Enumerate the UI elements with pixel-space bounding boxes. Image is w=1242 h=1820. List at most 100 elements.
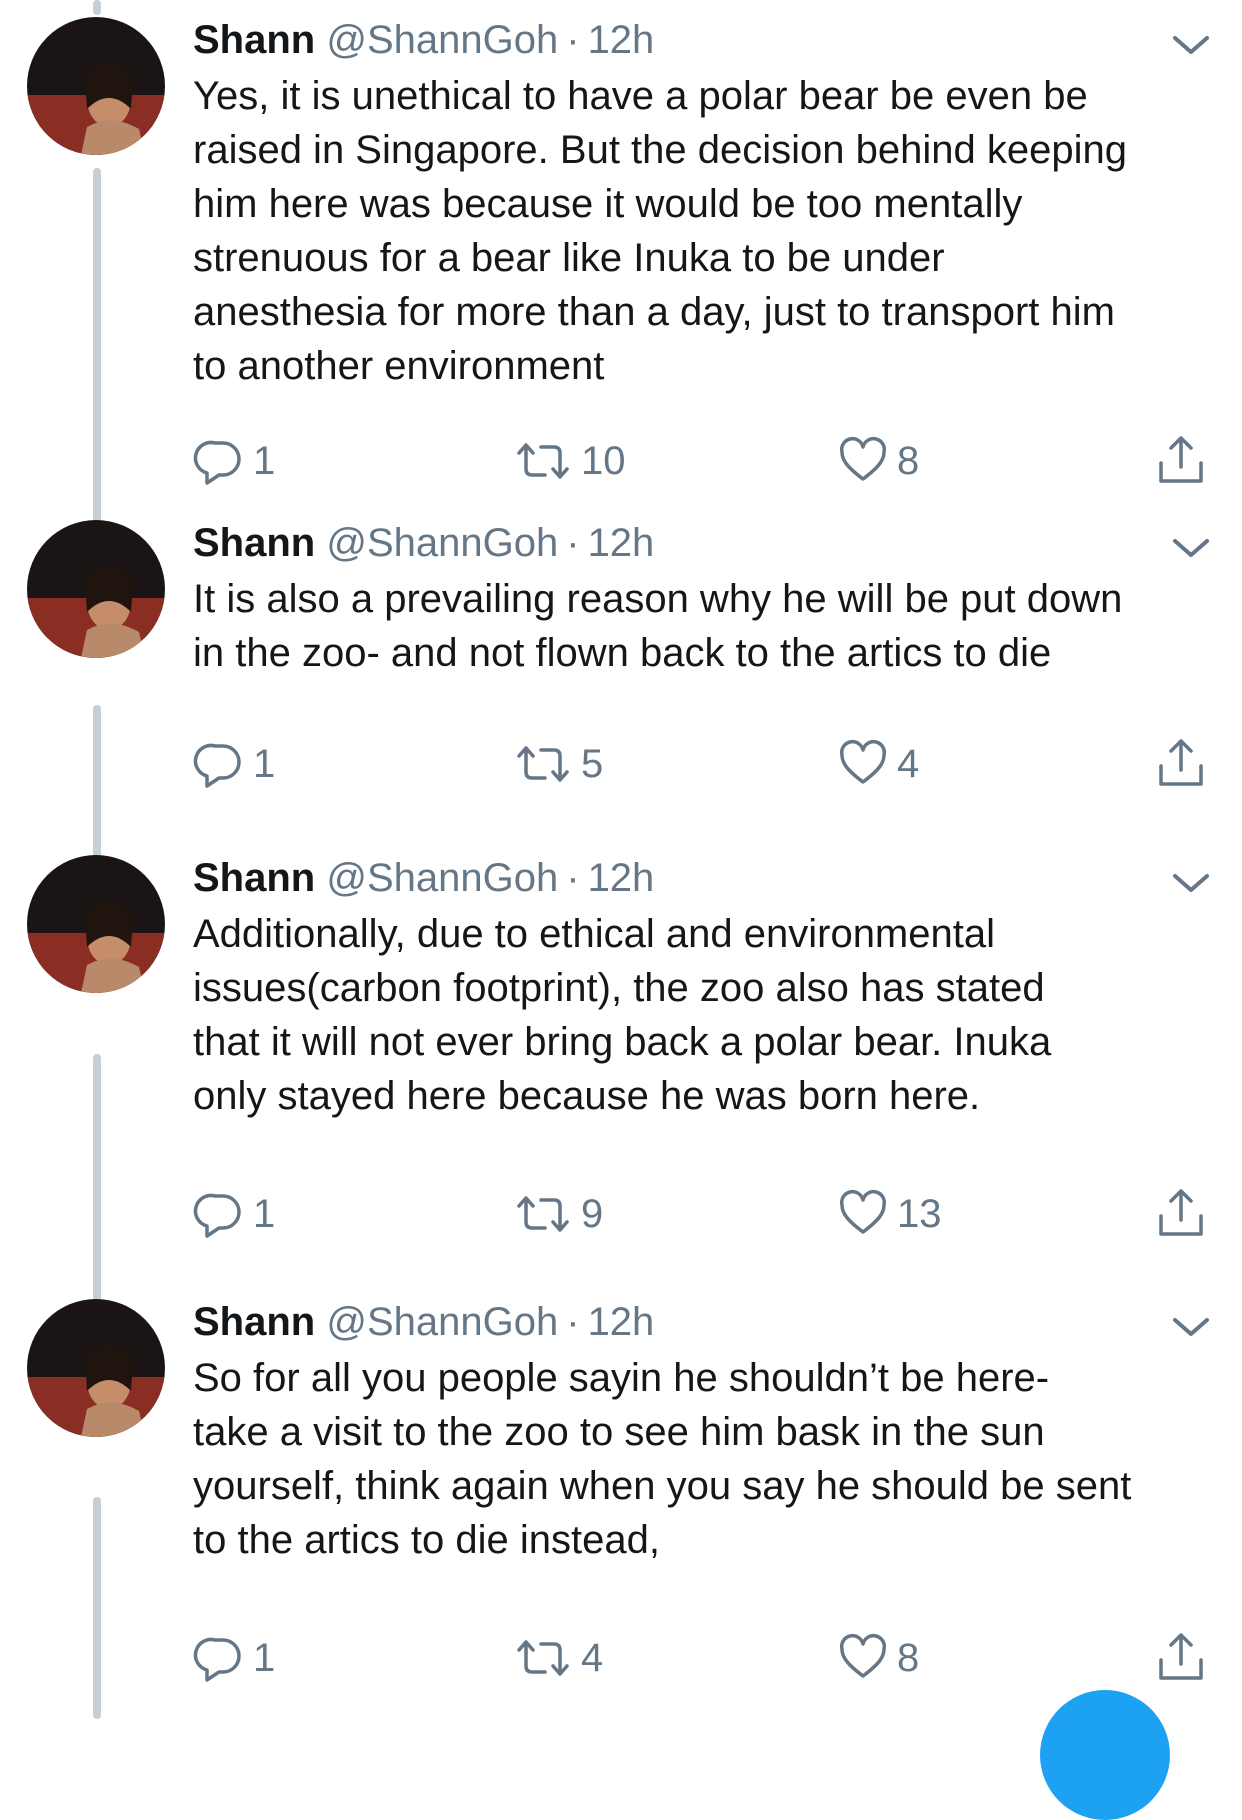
tweet-header: Shann @ShannGoh · 12h (193, 15, 1213, 65)
tweet-text: It is also a prevailing reason why he wi… (193, 572, 1213, 680)
reply-icon (193, 440, 241, 485)
like-count: 8 (897, 1635, 920, 1680)
author-name[interactable]: Shann (193, 1300, 315, 1344)
share-button[interactable] (1153, 1186, 1209, 1242)
tweet-text-line: Yes, it is unethical to have a polar bea… (193, 74, 1088, 118)
chevron-down-icon[interactable] (1169, 868, 1213, 898)
heart-icon (839, 437, 887, 481)
reply-count: 1 (253, 741, 276, 786)
like-button[interactable]: 13 (837, 1186, 942, 1242)
retweet-icon (517, 443, 569, 479)
timestamp[interactable]: 12h (588, 1300, 655, 1344)
author-name[interactable]: Shann (193, 521, 315, 565)
timestamp[interactable]: 12h (588, 856, 655, 900)
author-handle[interactable]: @ShannGoh (326, 856, 558, 900)
tweet[interactable]: Shann @ShannGoh · 12h It is also a prevail… (0, 503, 1242, 803)
share-button[interactable] (1153, 736, 1209, 792)
like-count: 4 (897, 741, 920, 786)
retweet-count: 5 (581, 741, 604, 786)
like-button[interactable]: 8 (837, 1630, 919, 1686)
reply-count: 1 (253, 1191, 276, 1236)
reply-button[interactable]: 1 (193, 736, 275, 792)
author-handle[interactable]: @ShannGoh (326, 18, 558, 62)
reply-button[interactable]: 1 (193, 1186, 275, 1242)
chevron-down-icon[interactable] (1169, 533, 1213, 563)
compose-tweet-button[interactable] (1040, 1690, 1170, 1820)
retweet-count: 10 (581, 438, 626, 483)
avatar[interactable] (27, 520, 165, 658)
retweet-button[interactable]: 4 (513, 1630, 603, 1686)
retweet-icon (517, 1196, 569, 1232)
tweet-text: Yes, it is unethical to have a polar bea… (193, 69, 1213, 393)
tweet-actions: 1 5 4 (193, 736, 1213, 792)
tweet-header: Shann @ShannGoh · 12h (193, 1297, 1213, 1347)
tweet-text-line: issues(carbon footprint), the zoo also h… (193, 966, 1045, 1010)
tweet-text-line: anesthesia for more than a day, just to … (193, 290, 1115, 334)
retweet-button[interactable]: 10 (513, 433, 626, 489)
tweet-text-line: It is also a prevailing reason why he wi… (193, 577, 1123, 621)
retweet-icon (517, 746, 569, 782)
chevron-down-icon[interactable] (1169, 1312, 1213, 1342)
share-icon (1159, 436, 1203, 483)
tweet-text-line: to the artics to die instead, (193, 1518, 660, 1562)
author-handle[interactable]: @ShannGoh (326, 1300, 558, 1344)
share-button[interactable] (1153, 1630, 1209, 1686)
tweet-text: So for all you people sayin he shouldn’t… (193, 1351, 1213, 1567)
tweet-content: Shann @ShannGoh · 12h Yes, it is unethical… (193, 0, 1213, 485)
tweet-text-line: strenuous for a bear like Inuka to be un… (193, 236, 945, 280)
separator: · (566, 18, 580, 62)
reply-count: 1 (253, 1635, 276, 1680)
timestamp[interactable]: 12h (588, 18, 655, 62)
reply-icon (193, 743, 241, 788)
tweet[interactable]: Shann @ShannGoh · 12h Yes, it is unethical… (0, 0, 1242, 560)
like-count: 13 (897, 1191, 942, 1236)
avatar[interactable] (27, 1299, 165, 1437)
tweet-text-line: him here was because it would be too men… (193, 182, 1023, 226)
like-button[interactable]: 8 (837, 433, 919, 489)
tweet-content: Shann @ShannGoh · 12h Additionally, due to… (193, 838, 1213, 1238)
reply-count: 1 (253, 438, 276, 483)
retweet-count: 4 (581, 1635, 604, 1680)
author-name[interactable]: Shann (193, 856, 315, 900)
tweet-header: Shann @ShannGoh · 12h (193, 518, 1213, 568)
tweet-text-line: raised in Singapore. But the decision be… (193, 128, 1127, 172)
tweet[interactable]: Shann @ShannGoh · 12h Additionally, due to… (0, 838, 1242, 1238)
tweet-text-line: in the zoo- and not flown back to the ar… (193, 631, 1052, 675)
tweet-content: Shann @ShannGoh · 12h So for all you peopl… (193, 1282, 1213, 1682)
share-button[interactable] (1153, 433, 1209, 489)
timestamp[interactable]: 12h (588, 521, 655, 565)
tweet-text: Additionally, due to ethical and environ… (193, 907, 1213, 1123)
separator: · (566, 1300, 580, 1344)
tweet-text-line: take a visit to the zoo to see him bask … (193, 1410, 1045, 1454)
reply-button[interactable]: 1 (193, 433, 275, 489)
tweet-text-line: So for all you people sayin he shouldn’t… (193, 1356, 1050, 1400)
reply-icon (193, 1193, 241, 1238)
heart-icon (839, 740, 887, 784)
like-count: 8 (897, 438, 920, 483)
retweet-icon (517, 1640, 569, 1676)
tweet-text-line: that it will not ever bring back a polar… (193, 1020, 1052, 1064)
avatar[interactable] (27, 855, 165, 993)
retweet-button[interactable]: 9 (513, 1186, 603, 1242)
chevron-down-icon[interactable] (1169, 30, 1213, 60)
retweet-count: 9 (581, 1191, 604, 1236)
tweet-actions: 1 4 8 (193, 1630, 1213, 1686)
tweet-thread: Shann @ShannGoh · 12h Yes, it is unethical… (0, 0, 1242, 1820)
author-name[interactable]: Shann (193, 18, 315, 62)
tweet-text-line: only stayed here because he was born her… (193, 1074, 981, 1118)
tweet-actions: 1 9 13 (193, 1186, 1213, 1242)
reply-button[interactable]: 1 (193, 1630, 275, 1686)
tweet-actions: 1 10 8 (193, 433, 1213, 489)
tweet-text-line: Additionally, due to ethical and environ… (193, 912, 995, 956)
separator: · (566, 521, 580, 565)
author-handle[interactable]: @ShannGoh (326, 521, 558, 565)
tweet-header: Shann @ShannGoh · 12h (193, 853, 1213, 903)
retweet-button[interactable]: 5 (513, 736, 603, 792)
tweet-text-line: to another environment (193, 344, 605, 388)
avatar[interactable] (27, 17, 165, 155)
separator: · (566, 856, 580, 900)
like-button[interactable]: 4 (837, 736, 919, 792)
reply-icon (193, 1637, 241, 1682)
tweet[interactable]: Shann @ShannGoh · 12h So for all you peopl… (0, 1282, 1242, 1719)
share-icon (1159, 739, 1203, 786)
